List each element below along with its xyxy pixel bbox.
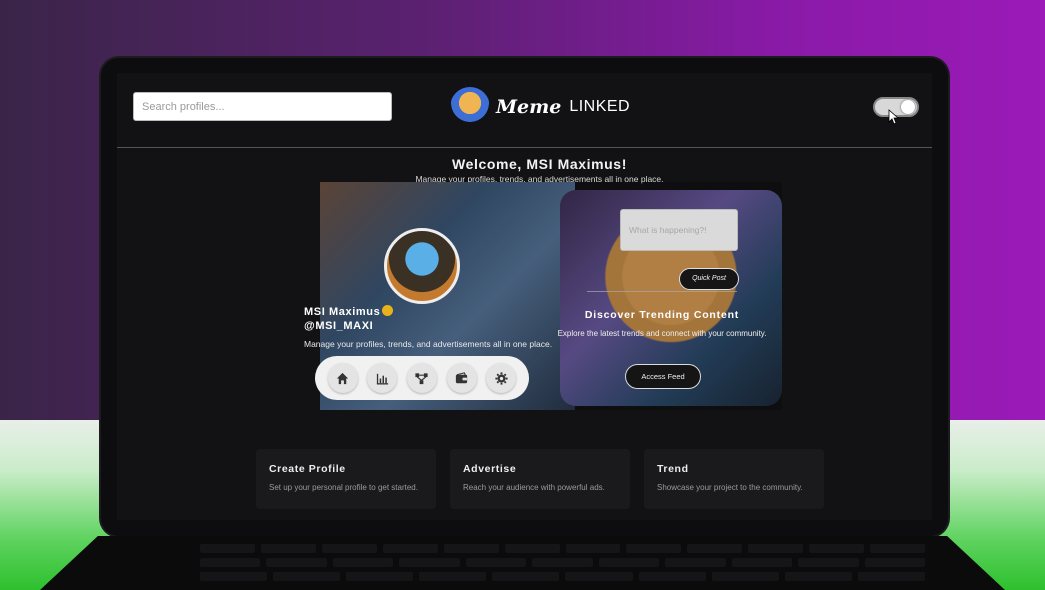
logo-word-meme: Meme bbox=[496, 96, 562, 118]
profile-name: MSI Maximus bbox=[304, 305, 394, 318]
profile-name-text: MSI Maximus bbox=[304, 306, 381, 318]
card-create-profile[interactable]: Create Profile Set up your personal prof… bbox=[256, 449, 436, 509]
card-title: Trend bbox=[657, 463, 689, 475]
nav-dock bbox=[315, 356, 529, 400]
home-button[interactable] bbox=[327, 363, 358, 393]
card-description: Reach your audience with powerful ads. bbox=[463, 483, 605, 492]
verified-icon bbox=[382, 305, 394, 316]
card-advertise[interactable]: Advertise Reach your audience with power… bbox=[450, 449, 630, 509]
card-title: Create Profile bbox=[269, 463, 346, 475]
home-icon bbox=[337, 372, 349, 384]
avatar[interactable] bbox=[384, 228, 460, 304]
card-description: Showcase your project to the community. bbox=[657, 483, 803, 492]
card-description: Set up your personal profile to get star… bbox=[269, 483, 418, 492]
post-input[interactable] bbox=[620, 209, 738, 251]
trending-title: Discover Trending Content bbox=[584, 309, 740, 321]
cursor-icon bbox=[888, 109, 900, 125]
chart-icon bbox=[376, 373, 389, 384]
profile-description: Manage your profiles, trends, and advert… bbox=[304, 339, 553, 349]
gear-icon bbox=[495, 371, 508, 385]
analytics-button[interactable] bbox=[367, 363, 398, 393]
page-title: Welcome, MSI Maximus! bbox=[452, 156, 627, 172]
post-divider bbox=[587, 291, 737, 292]
profile-handle: @MSI_MAXI bbox=[304, 320, 374, 332]
wallet-icon bbox=[455, 371, 468, 383]
network-icon bbox=[415, 372, 429, 384]
laptop-keyboard bbox=[40, 536, 1005, 590]
card-title: Advertise bbox=[463, 463, 517, 475]
card-trend[interactable]: Trend Showcase your project to the commu… bbox=[644, 449, 824, 509]
network-button[interactable] bbox=[406, 363, 437, 393]
logo-word-linked: LINKED bbox=[569, 98, 631, 115]
trending-subtitle: Explore the latest trends and connect wi… bbox=[557, 329, 767, 338]
app-screen: Meme LINKED Welcome, MSI Maximus! Manage… bbox=[117, 73, 932, 520]
access-feed-button[interactable]: Access Feed bbox=[625, 364, 701, 389]
search-input[interactable] bbox=[133, 92, 392, 121]
app-logo[interactable]: Meme LINKED bbox=[450, 87, 630, 127]
quick-post-button[interactable]: Quick Post bbox=[679, 268, 739, 290]
settings-button[interactable] bbox=[486, 363, 517, 393]
header-divider bbox=[117, 147, 932, 148]
wallet-button[interactable] bbox=[446, 363, 477, 393]
mascot-icon bbox=[450, 87, 490, 127]
